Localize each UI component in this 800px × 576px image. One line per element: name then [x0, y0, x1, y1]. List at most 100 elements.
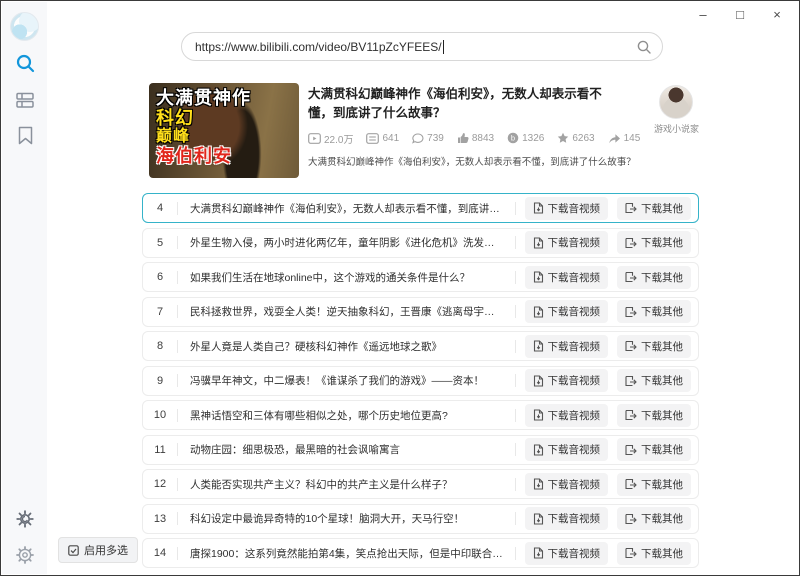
url-input[interactable]: https://www.bilibili.com/video/BV11pZcYF…: [181, 32, 663, 61]
download-audio-video-button[interactable]: 下载音视频: [525, 197, 609, 220]
list-item[interactable]: 5 外星生物入侵，两小时进化两亿年，童年阴影《进化危机》洗发水拯救世界！ 下载音…: [142, 228, 699, 258]
row-title: 冯骥早年神文，中二爆表！《谁谋杀了我们的游戏》——资本！: [178, 373, 515, 388]
row-index: 7: [143, 306, 177, 318]
download-other-button[interactable]: 下载其他: [617, 335, 691, 358]
divider: [515, 478, 516, 491]
download-other-button[interactable]: 下载其他: [617, 507, 691, 530]
download-audio-video-button[interactable]: 下载音视频: [525, 300, 609, 323]
download-other-button[interactable]: 下载其他: [617, 473, 691, 496]
list-item[interactable]: 9 冯骥早年神文，中二爆表！《谁谋杀了我们的游戏》——资本！ 下载音视频 下载其…: [142, 366, 699, 396]
row-title: 人类能否实现共产主义？科幻中的共产主义是什么样子？: [178, 477, 515, 492]
favorite-stat: 6263: [557, 132, 594, 144]
list-item[interactable]: 12 人类能否实现共产主义？科幻中的共产主义是什么样子？ 下载音视频 下载其他: [142, 469, 699, 499]
download-audio-video-button[interactable]: 下载音视频: [525, 404, 609, 427]
download-other-button[interactable]: 下载其他: [617, 438, 691, 461]
download-file-icon: [533, 306, 544, 318]
export-file-icon: [625, 444, 637, 456]
download-other-label: 下载其他: [641, 201, 683, 216]
download-audio-video-label: 下载音视频: [548, 408, 601, 423]
export-file-icon: [625, 375, 637, 387]
list-item[interactable]: 7 民科拯救世界，戏耍全人类！逆天抽象科幻，王晋康《逃离母宇宙》 下载音视频 下…: [142, 297, 699, 327]
download-audio-video-label: 下载音视频: [548, 477, 601, 492]
divider: [515, 512, 516, 525]
download-audio-video-button[interactable]: 下载音视频: [525, 231, 609, 254]
row-title: 科幻设定中最诡异奇特的10个星球！脑洞大开，天马行空！: [178, 511, 515, 526]
like-icon: [457, 132, 469, 144]
download-other-label: 下载其他: [641, 235, 683, 250]
url-value: https://www.bilibili.com/video/BV11pZcYF…: [195, 40, 442, 54]
export-file-icon: [625, 409, 637, 421]
divider: [515, 236, 516, 249]
download-audio-video-button[interactable]: 下载音视频: [525, 266, 609, 289]
download-audio-video-label: 下载音视频: [548, 201, 601, 216]
download-audio-video-label: 下载音视频: [548, 270, 601, 285]
list-item[interactable]: 6 如果我们生活在地球online中，这个游戏的通关条件是什么？ 下载音视频 下…: [142, 262, 699, 292]
comment-icon: [412, 133, 424, 144]
card-list-icon[interactable]: [13, 88, 37, 112]
sidebar: [2, 2, 47, 574]
minimize-icon[interactable]: –: [695, 6, 711, 22]
download-audio-video-button[interactable]: 下载音视频: [525, 369, 609, 392]
row-title: 动物庄园：细思极恐，最黑暗的社会讽喻寓言: [178, 442, 515, 457]
list-item[interactable]: 14 唐探1900：这系列竟然能拍第4集，笑点抢出天际，但是中印联合反美 下载音…: [142, 538, 699, 568]
download-audio-video-button[interactable]: 下载音视频: [525, 438, 609, 461]
window-controls: – □ ×: [695, 6, 785, 22]
row-index: 8: [143, 340, 177, 352]
download-file-icon: [533, 409, 544, 421]
settings-icon[interactable]: [13, 543, 37, 567]
divider: [515, 305, 516, 318]
download-other-label: 下载其他: [641, 373, 683, 388]
row-index: 10: [143, 409, 177, 421]
download-file-icon: [533, 375, 544, 387]
row-index: 12: [143, 478, 177, 490]
download-audio-video-label: 下载音视频: [548, 442, 601, 457]
download-other-button[interactable]: 下载其他: [617, 300, 691, 323]
list-item[interactable]: 13 科幻设定中最诡异奇特的10个星球！脑洞大开，天马行空！ 下载音视频 下载其…: [142, 504, 699, 534]
download-audio-video-button[interactable]: 下载音视频: [525, 473, 609, 496]
thumbnail-text: 海伯利安: [156, 146, 299, 166]
list-item[interactable]: 4 大满贯科幻巅峰神作《海伯利安》，无数人却表示看不懂，到底讲了什么故... 下…: [142, 193, 699, 223]
thumbnail-text: 巅峰: [156, 128, 299, 146]
download-other-button[interactable]: 下载其他: [617, 404, 691, 427]
row-index: 5: [143, 237, 177, 249]
theme-icon[interactable]: [13, 507, 37, 531]
like-stat: 8843: [457, 132, 494, 144]
export-file-icon: [625, 202, 637, 214]
close-icon[interactable]: ×: [769, 6, 785, 22]
row-index: 9: [143, 375, 177, 387]
thumbnail-text: 大满贯神作: [156, 88, 299, 108]
download-audio-video-label: 下载音视频: [548, 373, 601, 388]
download-other-label: 下载其他: [641, 511, 683, 526]
divider: [515, 547, 516, 560]
row-title: 民科拯救世界，戏耍全人类！逆天抽象科幻，王晋康《逃离母宇宙》: [178, 304, 515, 319]
enable-multi-select-button[interactable]: 启用多选: [58, 537, 138, 563]
list-item[interactable]: 10 黑神话悟空和三体有哪些相似之处，哪个历史地位更高? 下载音视频 下载其他: [142, 400, 699, 430]
download-other-button[interactable]: 下载其他: [617, 231, 691, 254]
row-title: 外星生物入侵，两小时进化两亿年，童年阴影《进化危机》洗发水拯救世界！: [178, 235, 515, 250]
share-icon: [608, 133, 621, 144]
coin-stat: b 1326: [507, 132, 544, 144]
bookmark-icon[interactable]: [13, 123, 37, 147]
svg-text:b: b: [511, 134, 515, 143]
checkbox-icon: [68, 545, 79, 556]
download-other-label: 下载其他: [641, 408, 683, 423]
url-search-icon[interactable]: [636, 39, 652, 55]
export-file-icon: [625, 478, 637, 490]
download-other-button[interactable]: 下载其他: [617, 369, 691, 392]
list-item[interactable]: 11 动物庄园：细思极恐，最黑暗的社会讽喻寓言 下载音视频 下载其他: [142, 435, 699, 465]
download-other-button[interactable]: 下载其他: [617, 197, 691, 220]
list-item[interactable]: 8 外星人竟是人类自己？硬核科幻神作《遥远地球之歌》 下载音视频 下载其他: [142, 331, 699, 361]
download-audio-video-button[interactable]: 下载音视频: [525, 542, 609, 565]
enable-multi-select-label: 启用多选: [84, 542, 128, 558]
maximize-icon[interactable]: □: [732, 6, 748, 22]
download-file-icon: [533, 478, 544, 490]
download-other-button[interactable]: 下载其他: [617, 266, 691, 289]
download-audio-video-button[interactable]: 下载音视频: [525, 507, 609, 530]
download-other-button[interactable]: 下载其他: [617, 542, 691, 565]
divider: [515, 271, 516, 284]
divider: [515, 374, 516, 387]
danmaku-stat: 641: [366, 133, 399, 144]
search-icon[interactable]: [13, 51, 37, 75]
play-count-stat: 22.0万: [308, 131, 353, 146]
download-audio-video-button[interactable]: 下载音视频: [525, 335, 609, 358]
